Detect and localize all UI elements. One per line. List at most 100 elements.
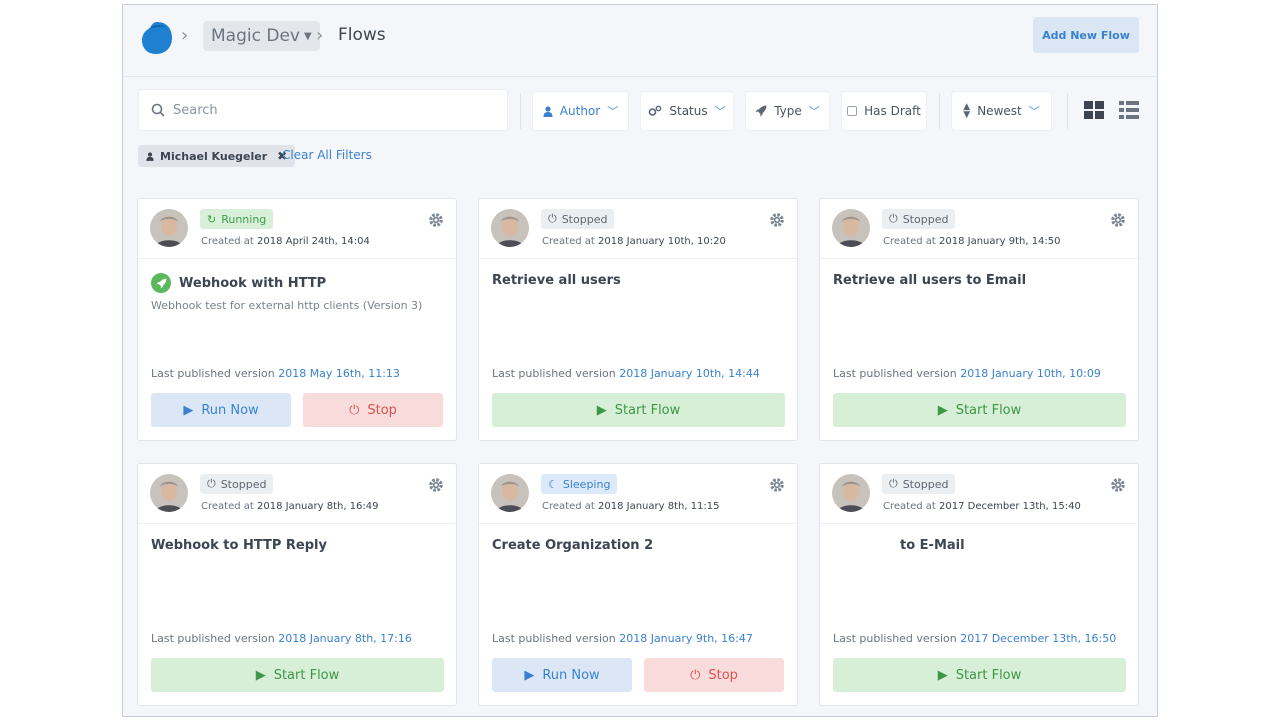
gear-icon[interactable] <box>428 212 444 228</box>
sort-selector[interactable]: ▲ ▼ Newest ﹀ <box>951 91 1052 131</box>
flow-card-header: ⏻ Stopped Created at 2018 January 8th, 1… <box>138 464 456 524</box>
search-input[interactable] <box>173 102 493 118</box>
power-icon: ⏻ <box>690 667 701 683</box>
status-badge: ↻ Running <box>200 209 274 229</box>
created-date: 2018 January 8th, 11:15 <box>598 501 720 512</box>
gear-icon[interactable] <box>769 212 785 228</box>
start-flow-button[interactable]: ▶ Start Flow <box>833 393 1126 427</box>
play-icon: ▶ <box>937 402 948 418</box>
published-prefix: Last published version <box>833 632 957 645</box>
flow-title-text[interactable]: Retrieve all users <box>492 273 621 288</box>
stopped-icon: ⏻ <box>889 212 898 225</box>
status-badge: ⏻ Stopped <box>882 474 956 494</box>
status-label: Stopped <box>561 212 608 226</box>
status-filter[interactable]: Status ﹀ <box>640 91 734 131</box>
flow-title-text[interactable]: Webhook with HTTP <box>179 276 326 291</box>
gear-icon[interactable] <box>428 477 444 493</box>
run-now-label: Run Now <box>542 667 600 683</box>
author-filter[interactable]: Author ﹀ <box>532 91 629 131</box>
status-filter-label: Status <box>669 104 708 118</box>
start-flow-label: Start Flow <box>955 667 1022 683</box>
start-flow-button[interactable]: ▶ Start Flow <box>151 658 444 692</box>
flow-title: Webhook with HTTP <box>151 273 326 293</box>
type-filter[interactable]: Type ﹀ <box>745 91 830 131</box>
stop-button[interactable]: ⏻ Stop <box>644 658 784 692</box>
user-icon <box>146 151 154 161</box>
start-flow-button[interactable]: ▶ Start Flow <box>833 658 1126 692</box>
published-date[interactable]: 2017 December 13th, 16:50 <box>960 632 1116 645</box>
stop-label: Stop <box>708 667 738 683</box>
chevron-down-icon: ﹀ <box>1028 105 1040 118</box>
active-filter-chip: Michael Kuegeler ✖ <box>138 145 296 167</box>
last-published: Last published version 2017 December 13t… <box>833 632 1116 645</box>
published-date[interactable]: 2018 January 8th, 17:16 <box>278 632 412 645</box>
play-icon: ▶ <box>937 667 948 683</box>
has-draft-checkbox[interactable] <box>847 106 858 116</box>
author-filter-label: Author <box>559 104 601 118</box>
stop-button[interactable]: ⏻ Stop <box>303 393 443 427</box>
flow-card-header: ⏻ Stopped Created at 2017 December 13th,… <box>820 464 1138 524</box>
has-draft-label: Has Draft <box>864 104 921 118</box>
active-filter-label: Michael Kuegeler <box>160 149 268 163</box>
gear-icon[interactable] <box>1110 477 1126 493</box>
flow-card: ↻ Running Created at 2018 April 24th, 14… <box>137 198 457 441</box>
flow-title-text[interactable]: to E-Mail <box>900 538 965 553</box>
sort-icon: ▲ ▼ <box>963 102 971 120</box>
play-icon: ▶ <box>255 667 266 683</box>
search-box[interactable] <box>138 89 508 131</box>
chevron-down-icon: ﹀ <box>714 105 726 118</box>
environment-selector[interactable]: Magic Dev ▼ <box>203 21 320 51</box>
start-flow-button[interactable]: ▶ Start Flow <box>492 393 785 427</box>
flow-title: Create Organization 2 <box>492 538 653 553</box>
has-draft-filter[interactable]: Has Draft <box>841 91 927 131</box>
page-title: Flows <box>338 25 386 45</box>
grid-view-icon[interactable] <box>1084 101 1104 119</box>
last-published: Last published version 2018 January 10th… <box>833 367 1101 380</box>
play-icon: ▶ <box>596 402 607 418</box>
published-date[interactable]: 2018 January 10th, 10:09 <box>960 367 1101 380</box>
last-published: Last published version 2018 May 16th, 11… <box>151 367 400 380</box>
run-now-button[interactable]: ▶ Run Now <box>151 393 291 427</box>
breadcrumb-separator-icon: › <box>181 25 189 46</box>
flow-description: Webhook test for external http clients (… <box>151 299 423 312</box>
created-prefix: Created at <box>542 236 595 247</box>
top-bar: › Magic Dev ▼ › Flows Add New Flow <box>123 5 1157 77</box>
created-date: 2017 December 13th, 15:40 <box>939 501 1081 512</box>
start-flow-label: Start Flow <box>273 667 340 683</box>
cogs-icon <box>649 105 662 116</box>
status-label: Stopped <box>902 477 949 491</box>
running-icon: ↻ <box>207 212 217 226</box>
published-date[interactable]: 2018 May 16th, 11:13 <box>278 367 400 380</box>
flow-card-header: ⏻ Stopped Created at 2018 January 9th, 1… <box>820 199 1138 259</box>
power-icon: ⏻ <box>349 402 360 418</box>
published-prefix: Last published version <box>151 367 275 380</box>
environment-label: Magic Dev <box>211 26 300 46</box>
flow-title: Webhook to HTTP Reply <box>151 538 327 553</box>
trigger-rocket-icon <box>151 273 171 293</box>
gear-icon[interactable] <box>1110 212 1126 228</box>
created-at: Created at 2017 December 13th, 15:40 <box>883 501 1081 512</box>
chevron-down-icon: ﹀ <box>808 105 820 118</box>
add-new-flow-button[interactable]: Add New Flow <box>1033 17 1139 53</box>
published-prefix: Last published version <box>492 632 616 645</box>
created-prefix: Created at <box>201 236 254 247</box>
published-date[interactable]: 2018 January 9th, 16:47 <box>619 632 753 645</box>
clear-all-filters-link[interactable]: Clear All Filters <box>282 148 372 162</box>
stopped-icon: ⏻ <box>207 477 216 490</box>
list-view-icon[interactable] <box>1119 101 1139 119</box>
divider <box>1067 93 1068 129</box>
status-badge: ⏻ Stopped <box>882 209 956 229</box>
flow-title-text[interactable]: Webhook to HTTP Reply <box>151 538 327 553</box>
created-date: 2018 January 9th, 14:50 <box>939 236 1061 247</box>
published-date[interactable]: 2018 January 10th, 14:44 <box>619 367 760 380</box>
flow-card: ⏻ Stopped Created at 2017 December 13th,… <box>819 463 1139 706</box>
flow-title-text[interactable]: Create Organization 2 <box>492 538 653 553</box>
magic-logo[interactable] <box>141 21 173 55</box>
divider <box>520 93 521 129</box>
flow-card: ☾ Sleeping Created at 2018 January 8th, … <box>478 463 798 706</box>
sort-label: Newest <box>977 104 1022 118</box>
published-prefix: Last published version <box>833 367 957 380</box>
run-now-button[interactable]: ▶ Run Now <box>492 658 632 692</box>
flow-title-text[interactable]: Retrieve all users to Email <box>833 273 1026 288</box>
gear-icon[interactable] <box>769 477 785 493</box>
